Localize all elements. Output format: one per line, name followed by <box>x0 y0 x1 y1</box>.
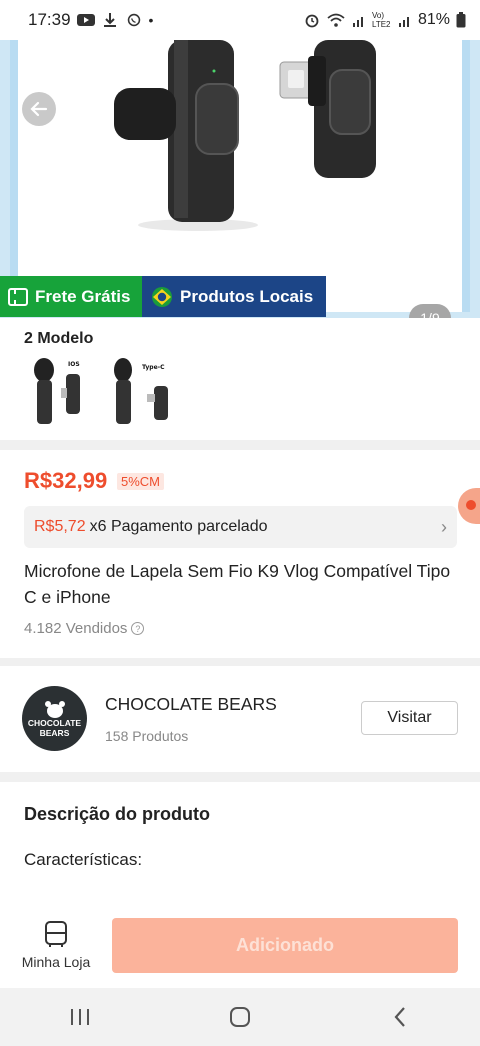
sold-count-text: 4.182 Vendidos <box>24 620 128 637</box>
added-to-cart-button[interactable]: Adicionado <box>112 918 458 973</box>
model-type-c-tag: Type-C <box>142 364 165 371</box>
alarm-icon <box>305 14 319 28</box>
product-title: Microfone de Lapela Sem Fio K9 Vlog Comp… <box>24 561 451 607</box>
shop-logo-line1: CHOCOLATE <box>27 717 82 728</box>
price-section: R$32,99 5%CM R$5,72 x6 Pagamento parcela… <box>0 450 480 658</box>
installment-amount: R$5,72 <box>34 518 86 535</box>
visit-shop-button[interactable]: Visitar <box>361 701 458 735</box>
models-title: 2 Modelo <box>24 330 94 347</box>
back-chevron-icon <box>394 1007 405 1027</box>
status-time: 17:39 <box>28 10 71 29</box>
download-icon <box>103 13 116 27</box>
shop-products-count: 158 Produtos <box>105 728 189 744</box>
status-bar: 17:39 • Vo) LTE2 81% <box>0 0 480 40</box>
sold-count: 4.182 Vendidos ? <box>24 620 145 637</box>
battery-icon <box>456 12 466 28</box>
whatsapp-icon <box>127 13 140 27</box>
status-right: Vo) LTE2 81% <box>304 11 466 29</box>
shop-name: CHOCOLATE BEARS <box>105 694 277 714</box>
nav-back-button[interactable] <box>370 997 430 1037</box>
local-products-label: Produtos Locais <box>180 286 314 306</box>
shop-logo-line2: BEARS <box>39 727 70 738</box>
model-type-c-image: Type-C <box>114 358 168 424</box>
shop-section: CHOCOLATE BEARS CHOCOLATE BEARS 158 Prod… <box>0 666 480 772</box>
model-ios-image: IOS <box>34 358 80 424</box>
help-icon[interactable]: ? <box>131 622 145 635</box>
description-title: Descrição do produto <box>24 804 211 824</box>
discount-badge: 5%CM <box>117 473 165 490</box>
ticket-icon <box>8 287 28 306</box>
wifi-icon <box>327 13 345 27</box>
recent-apps-icon <box>71 1009 89 1025</box>
model-ios-tag: IOS <box>68 361 80 368</box>
my-store-label: Minha Loja <box>21 954 91 970</box>
back-button[interactable] <box>22 92 56 126</box>
network-label: Vo) LTE2 <box>371 11 391 29</box>
brazil-flag-icon <box>152 286 172 307</box>
model-selector: 2 Modelo IOS Type-C <box>0 318 480 440</box>
store-icon <box>45 921 67 947</box>
description-subtitle: Características: <box>24 850 143 869</box>
description-section: Descrição do produto Características: <box>0 782 480 922</box>
status-left: 17:39 • <box>28 10 153 30</box>
bear-icon <box>44 700 65 718</box>
bottom-action-bar: Minha Loja Adicionado <box>0 908 480 988</box>
recent-apps-button[interactable] <box>50 997 110 1037</box>
microphone-product-image <box>114 40 376 231</box>
model-option-type-c[interactable]: Type-C <box>110 356 170 428</box>
system-navigation-bar <box>0 988 480 1046</box>
free-shipping-badge: Frete Grátis <box>0 276 142 317</box>
installment-text: x6 Pagamento parcelado <box>89 518 268 535</box>
home-icon <box>230 1007 250 1027</box>
free-shipping-label: Frete Grátis <box>35 286 131 306</box>
notification-dot-icon: • <box>148 12 154 28</box>
signal-icon-2 <box>398 17 409 27</box>
product-image[interactable] <box>10 40 470 312</box>
arrow-left-icon <box>30 101 48 117</box>
shop-logo[interactable]: CHOCOLATE BEARS <box>22 686 87 751</box>
signal-icon <box>352 17 363 27</box>
my-store-button[interactable]: Minha Loja <box>16 920 96 978</box>
youtube-icon <box>76 14 95 26</box>
home-button[interactable] <box>210 997 270 1037</box>
local-products-badge: Produtos Locais <box>142 276 326 317</box>
model-option-ios[interactable]: IOS <box>24 356 84 428</box>
battery-percent: 81% <box>417 11 450 28</box>
price-value: R$32,99 <box>24 468 108 493</box>
chevron-right-icon: › <box>441 516 447 537</box>
installment-row[interactable]: R$5,72 x6 Pagamento parcelado › <box>24 506 457 548</box>
